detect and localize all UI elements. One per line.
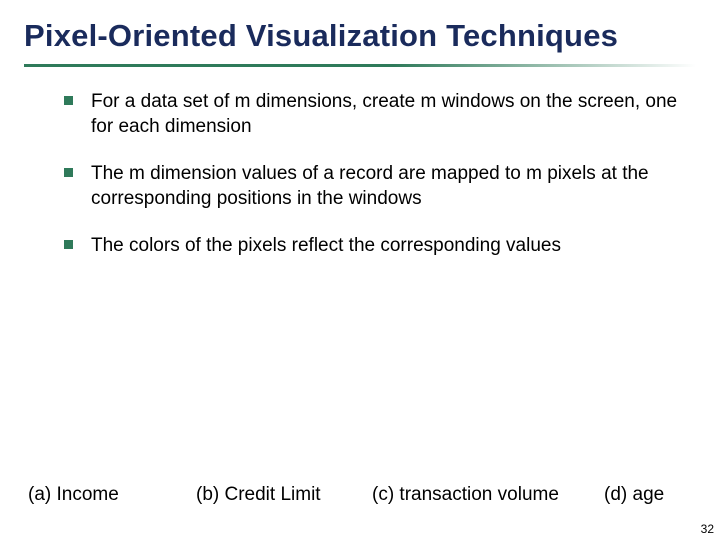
bullet-text: The colors of the pixels reflect the cor… (91, 233, 561, 258)
caption-d: (d) age (604, 484, 664, 506)
bullet-item: The colors of the pixels reflect the cor… (64, 233, 680, 258)
bullet-item: The m dimension values of a record are m… (64, 161, 680, 211)
bullet-text: The m dimension values of a record are m… (91, 161, 680, 211)
square-bullet-icon (64, 96, 73, 105)
slide-title: Pixel-Oriented Visualization Techniques (0, 0, 720, 54)
square-bullet-icon (64, 168, 73, 177)
square-bullet-icon (64, 240, 73, 249)
bullet-text: For a data set of m dimensions, create m… (91, 89, 680, 139)
slide: Pixel-Oriented Visualization Techniques … (0, 0, 720, 540)
page-number: 32 (701, 522, 714, 536)
bullet-item: For a data set of m dimensions, create m… (64, 89, 680, 139)
caption-a: (a) Income (28, 484, 119, 506)
title-underline (24, 64, 696, 67)
caption-c: (c) transaction volume (372, 484, 559, 506)
caption-b: (b) Credit Limit (196, 484, 321, 506)
bullet-list: For a data set of m dimensions, create m… (64, 89, 680, 258)
